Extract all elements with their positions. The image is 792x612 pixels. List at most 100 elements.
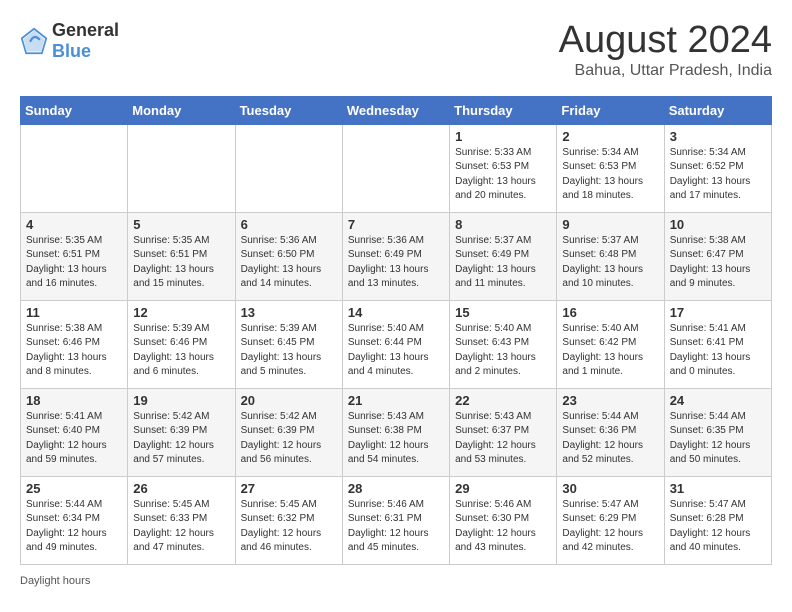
calendar-cell: 2Sunrise: 5:34 AM Sunset: 6:53 PM Daylig…: [557, 124, 664, 212]
day-number: 23: [562, 393, 658, 408]
calendar-cell: [342, 124, 449, 212]
calendar-cell: 21 Sunrise: 5:43 AM Sunset: 6:38 PM Dayli…: [342, 388, 449, 476]
calendar-cell: 13 Sunrise: 5:39 AM Sunset: 6:45 PM Dayli…: [235, 300, 342, 388]
day-header-sunday: Sunday: [21, 96, 128, 124]
week-row-4: 18Sunrise: 5:41 AM Sunset: 6:40 PM Dayli…: [21, 388, 772, 476]
day-number: 30: [562, 481, 658, 496]
day-number: 8: [455, 217, 551, 232]
day-info: Sunrise: 5:34 AM Sunset: 6:52 PM Dayligh…: [670, 146, 766, 204]
day-number: 10: [670, 217, 766, 232]
day-number: 27: [241, 481, 337, 496]
day-header-tuesday: Tuesday: [235, 96, 342, 124]
calendar-cell: 24 Sunrise: 5:44 AM Sunset: 6:35 PM Dayli…: [664, 388, 771, 476]
calendar-cell: 10 Sunrise: 5:38 AM Sunset: 6:47 PM Dayli…: [664, 212, 771, 300]
day-info: Sunrise: 5:44 AM Sunset: 6:34 PM Dayligh…: [26, 498, 122, 556]
location: Bahua, Uttar Pradesh, India: [559, 62, 772, 80]
day-number: 14: [348, 305, 444, 320]
week-row-1: 1 Sunrise: 5:33 AM Sunset: 6:53 PM Daylig…: [21, 124, 772, 212]
day-number: 3: [670, 129, 766, 144]
calendar-cell: 20Sunrise: 5:42 AM Sunset: 6:39 PM Dayli…: [235, 388, 342, 476]
calendar-cell: 12Sunrise: 5:39 AM Sunset: 6:46 PM Dayli…: [128, 300, 235, 388]
daylight-label: Daylight hours: [20, 575, 90, 587]
day-number: 1: [455, 129, 551, 144]
day-info: Sunrise: 5:41 AM Sunset: 6:41 PM Dayligh…: [670, 322, 766, 380]
day-info: Sunrise: 5:43 AM Sunset: 6:37 PM Dayligh…: [455, 410, 551, 468]
day-info: Sunrise: 5:44 AM Sunset: 6:36 PM Dayligh…: [562, 410, 658, 468]
title-area: August 2024 Bahua, Uttar Pradesh, India: [559, 20, 772, 80]
calendar-cell: 22 Sunrise: 5:43 AM Sunset: 6:37 PM Dayli…: [450, 388, 557, 476]
calendar-cell: 14 Sunrise: 5:40 AM Sunset: 6:44 PM Dayli…: [342, 300, 449, 388]
day-number: 9: [562, 217, 658, 232]
day-info: Sunrise: 5:45 AM Sunset: 6:32 PM Dayligh…: [241, 498, 337, 556]
day-header-wednesday: Wednesday: [342, 96, 449, 124]
day-number: 7: [348, 217, 444, 232]
day-info: Sunrise: 5:40 AM Sunset: 6:44 PM Dayligh…: [348, 322, 444, 380]
day-header-monday: Monday: [128, 96, 235, 124]
footer: Daylight hours: [20, 575, 772, 587]
day-info: Sunrise: 5:36 AM Sunset: 6:50 PM Dayligh…: [241, 234, 337, 292]
logo-blue: Blue: [52, 41, 91, 61]
day-info: Sunrise: 5:42 AM Sunset: 6:39 PM Dayligh…: [133, 410, 229, 468]
day-number: 5: [133, 217, 229, 232]
calendar-table: SundayMondayTuesdayWednesdayThursdayFrid…: [20, 96, 772, 565]
calendar-cell: [235, 124, 342, 212]
day-info: Sunrise: 5:41 AM Sunset: 6:40 PM Dayligh…: [26, 410, 122, 468]
day-number: 31: [670, 481, 766, 496]
calendar-cell: 16 Sunrise: 5:40 AM Sunset: 6:42 PM Dayli…: [557, 300, 664, 388]
day-info: Sunrise: 5:35 AM Sunset: 6:51 PM Dayligh…: [26, 234, 122, 292]
calendar-cell: 7 Sunrise: 5:36 AM Sunset: 6:49 PM Daylig…: [342, 212, 449, 300]
logo: General Blue: [20, 20, 119, 62]
calendar-cell: 15Sunrise: 5:40 AM Sunset: 6:43 PM Dayli…: [450, 300, 557, 388]
calendar-cell: 18Sunrise: 5:41 AM Sunset: 6:40 PM Dayli…: [21, 388, 128, 476]
day-number: 22: [455, 393, 551, 408]
day-info: Sunrise: 5:40 AM Sunset: 6:42 PM Dayligh…: [562, 322, 658, 380]
day-number: 26: [133, 481, 229, 496]
calendar-cell: 17Sunrise: 5:41 AM Sunset: 6:41 PM Dayli…: [664, 300, 771, 388]
calendar-cell: [128, 124, 235, 212]
calendar-cell: 9Sunrise: 5:37 AM Sunset: 6:48 PM Daylig…: [557, 212, 664, 300]
calendar-cell: [21, 124, 128, 212]
day-info: Sunrise: 5:47 AM Sunset: 6:28 PM Dayligh…: [670, 498, 766, 556]
day-header-saturday: Saturday: [664, 96, 771, 124]
day-number: 25: [26, 481, 122, 496]
day-info: Sunrise: 5:38 AM Sunset: 6:46 PM Dayligh…: [26, 322, 122, 380]
day-info: Sunrise: 5:38 AM Sunset: 6:47 PM Dayligh…: [670, 234, 766, 292]
day-number: 19: [133, 393, 229, 408]
days-of-week-row: SundayMondayTuesdayWednesdayThursdayFrid…: [21, 96, 772, 124]
calendar-cell: 28Sunrise: 5:46 AM Sunset: 6:31 PM Dayli…: [342, 476, 449, 564]
day-number: 13: [241, 305, 337, 320]
day-info: Sunrise: 5:44 AM Sunset: 6:35 PM Dayligh…: [670, 410, 766, 468]
day-number: 4: [26, 217, 122, 232]
day-info: Sunrise: 5:46 AM Sunset: 6:31 PM Dayligh…: [348, 498, 444, 556]
month-year: August 2024: [559, 20, 772, 62]
day-info: Sunrise: 5:35 AM Sunset: 6:51 PM Dayligh…: [133, 234, 229, 292]
week-row-2: 4 Sunrise: 5:35 AM Sunset: 6:51 PM Daylig…: [21, 212, 772, 300]
calendar-cell: 31 Sunrise: 5:47 AM Sunset: 6:28 PM Dayli…: [664, 476, 771, 564]
day-info: Sunrise: 5:36 AM Sunset: 6:49 PM Dayligh…: [348, 234, 444, 292]
day-info: Sunrise: 5:47 AM Sunset: 6:29 PM Dayligh…: [562, 498, 658, 556]
calendar-cell: 30 Sunrise: 5:47 AM Sunset: 6:29 PM Dayli…: [557, 476, 664, 564]
day-info: Sunrise: 5:39 AM Sunset: 6:46 PM Dayligh…: [133, 322, 229, 380]
day-info: Sunrise: 5:33 AM Sunset: 6:53 PM Dayligh…: [455, 146, 551, 204]
calendar-cell: 3 Sunrise: 5:34 AM Sunset: 6:52 PM Daylig…: [664, 124, 771, 212]
day-number: 24: [670, 393, 766, 408]
day-number: 20: [241, 393, 337, 408]
day-info: Sunrise: 5:46 AM Sunset: 6:30 PM Dayligh…: [455, 498, 551, 556]
day-info: Sunrise: 5:39 AM Sunset: 6:45 PM Dayligh…: [241, 322, 337, 380]
calendar-cell: 23 Sunrise: 5:44 AM Sunset: 6:36 PM Dayli…: [557, 388, 664, 476]
week-row-5: 25 Sunrise: 5:44 AM Sunset: 6:34 PM Dayli…: [21, 476, 772, 564]
day-info: Sunrise: 5:43 AM Sunset: 6:38 PM Dayligh…: [348, 410, 444, 468]
logo-icon: [20, 27, 48, 55]
day-info: Sunrise: 5:45 AM Sunset: 6:33 PM Dayligh…: [133, 498, 229, 556]
calendar-cell: 6Sunrise: 5:36 AM Sunset: 6:50 PM Daylig…: [235, 212, 342, 300]
day-number: 16: [562, 305, 658, 320]
calendar-cell: 4 Sunrise: 5:35 AM Sunset: 6:51 PM Daylig…: [21, 212, 128, 300]
day-number: 2: [562, 129, 658, 144]
day-number: 29: [455, 481, 551, 496]
day-number: 15: [455, 305, 551, 320]
day-number: 21: [348, 393, 444, 408]
calendar-cell: 5 Sunrise: 5:35 AM Sunset: 6:51 PM Daylig…: [128, 212, 235, 300]
calendar-cell: 26 Sunrise: 5:45 AM Sunset: 6:33 PM Dayli…: [128, 476, 235, 564]
calendar-cell: 29 Sunrise: 5:46 AM Sunset: 6:30 PM Dayli…: [450, 476, 557, 564]
calendar-header: SundayMondayTuesdayWednesdayThursdayFrid…: [21, 96, 772, 124]
